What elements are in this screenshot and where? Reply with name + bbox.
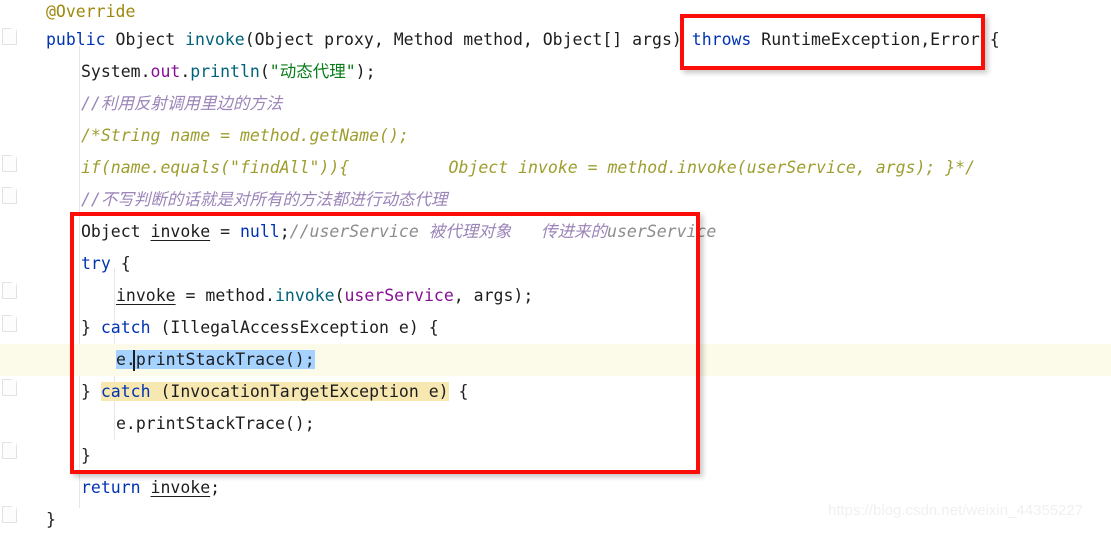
code-line[interactable]: //利用反射调用里边的方法 — [0, 88, 1111, 120]
code-line-indent — [0, 62, 81, 81]
code-line-indent — [0, 158, 81, 177]
code-line-indent — [0, 254, 81, 273]
code-token: out — [150, 62, 181, 81]
code-token: invoke — [185, 30, 245, 49]
code-token: catch — [100, 318, 151, 337]
code-token: Object — [542, 30, 603, 49]
code-editor-screenshot: @Override public Object invoke(Object pro… — [0, 0, 1111, 535]
code-line-indent — [0, 94, 81, 113]
code-token: , args); — [453, 286, 534, 305]
code-token: //userService — [289, 222, 429, 241]
code-token: ( — [334, 286, 345, 305]
code-token: catch — [100, 382, 151, 401]
code-token: invoke — [116, 286, 176, 305]
code-line[interactable]: } — [0, 440, 1111, 472]
code-token: = — [210, 222, 240, 241]
code-token: invoke — [274, 286, 335, 305]
code-line-indent — [0, 350, 116, 369]
code-line[interactable]: if(name.equals("findAll")){ Object invok… — [0, 152, 1111, 184]
code-line[interactable]: System.out.println("动态代理"); — [0, 56, 1111, 88]
code-line-indent — [0, 190, 81, 209]
code-line-indent — [0, 478, 81, 497]
code-line-indent — [0, 30, 46, 49]
code-token: userService — [344, 286, 454, 305]
code-token: Object — [81, 222, 141, 241]
code-line[interactable]: public Object invoke(Object proxy, Metho… — [0, 24, 1111, 56]
code-token: //利用反射调用里边的方法 — [81, 94, 283, 113]
code-line-indent — [0, 382, 81, 401]
code-line-indent — [0, 510, 46, 529]
code-token: return — [81, 478, 141, 497]
code-token: Method — [393, 30, 454, 49]
code-token: invoke — [150, 478, 211, 497]
code-line[interactable]: try { — [0, 248, 1111, 280]
code-line[interactable]: e.printStackTrace(); — [0, 408, 1111, 440]
code-token: proxy, — [314, 30, 394, 49]
code-token: @Override — [46, 2, 136, 21]
watermark-url: https://blog.csdn.net/weixin_44355227 — [828, 502, 1084, 519]
code-token: null — [239, 222, 280, 241]
code-token: /*String name = method.getName(); — [81, 126, 409, 145]
code-token: . — [180, 62, 191, 81]
code-line[interactable]: /*String name = method.getName(); — [0, 120, 1111, 152]
code-token: { — [110, 254, 131, 273]
code-token: //不写判断的话就是对所有的方法都进行动态代理 — [81, 190, 448, 209]
code-token: ( — [150, 318, 171, 337]
code-line-indent — [0, 446, 81, 465]
code-token: Object — [115, 30, 176, 49]
code-token: ; — [279, 222, 290, 241]
code-token: ( — [259, 62, 270, 81]
code-token: } — [81, 382, 101, 401]
code-token: throws — [691, 30, 752, 49]
code-line[interactable]: //不写判断的话就是对所有的方法都进行动态代理 — [0, 184, 1111, 216]
code-token: RuntimeException,Error { — [751, 30, 1000, 49]
code-token: { — [448, 382, 469, 401]
code-token: [] args) — [602, 30, 692, 49]
code-token: 被代理对象 传进来的 — [428, 222, 608, 241]
code-line[interactable]: } catch (InvocationTargetException e) { — [0, 376, 1111, 408]
code-line[interactable]: e.printStackTrace(); — [0, 344, 1111, 376]
code-token: ); — [355, 62, 376, 81]
code-token: e) — [418, 382, 449, 401]
code-line-indent — [0, 286, 116, 305]
code-token: invoke — [150, 222, 211, 241]
code-token: e) { — [388, 318, 439, 337]
code-token: System. — [81, 62, 151, 81]
code-line-indent — [0, 126, 81, 145]
code-token: } — [46, 510, 56, 529]
code-token: println — [190, 62, 260, 81]
code-token: ( — [244, 30, 255, 49]
code-token: Object — [254, 30, 315, 49]
code-token: } — [81, 446, 91, 465]
code-token: public — [46, 30, 106, 49]
code-token: ; — [210, 478, 221, 497]
code-token: } — [81, 318, 101, 337]
code-line-indent — [0, 2, 46, 21]
code-token: try — [81, 254, 111, 273]
code-line[interactable]: Object invoke = null;//userService 被代理对象… — [0, 216, 1111, 248]
code-line[interactable]: invoke = method.invoke(userService, args… — [0, 280, 1111, 312]
code-line[interactable]: } catch (IllegalAccessException e) { — [0, 312, 1111, 344]
code-content-area[interactable]: @Override public Object invoke(Object pro… — [0, 0, 1111, 535]
code-token: if(name.equals("findAll")){ Object invok… — [81, 158, 976, 177]
code-token: "动态代理" — [269, 62, 356, 81]
code-token: userService — [607, 222, 717, 241]
code-token: = method. — [175, 286, 275, 305]
code-token: IllegalAccessException — [170, 318, 389, 337]
code-line-indent — [0, 222, 81, 241]
code-token: method, — [453, 30, 543, 49]
text-caret — [133, 350, 135, 371]
code-token: ( — [150, 382, 171, 401]
code-line-indent — [0, 414, 116, 433]
code-token: e.printStackTrace(); — [116, 350, 315, 369]
code-token: InvocationTargetException — [170, 382, 419, 401]
code-token: e.printStackTrace(); — [116, 414, 315, 433]
code-line-indent — [0, 318, 81, 337]
code-line[interactable]: return invoke; — [0, 472, 1111, 504]
